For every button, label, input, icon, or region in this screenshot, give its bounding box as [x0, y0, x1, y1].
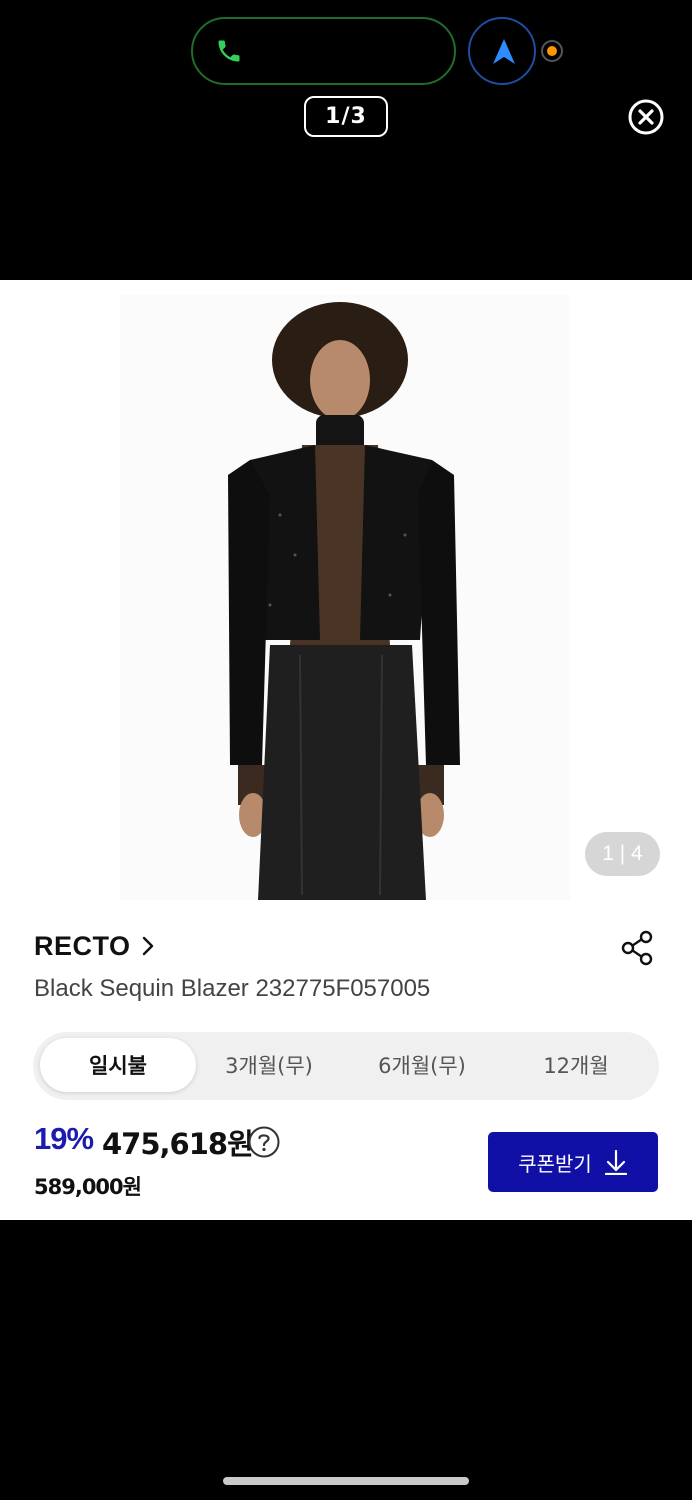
question-icon[interactable]	[247, 1125, 281, 1159]
discount-rate: 19%	[34, 1121, 94, 1156]
navigation-arrow-icon	[493, 39, 515, 64]
coupon-download-button[interactable]: 쿠폰받기	[488, 1132, 658, 1192]
sale-price: 475,618원	[102, 1127, 254, 1161]
tab-6-month[interactable]: 6개월(무)	[344, 1038, 500, 1092]
phone-icon	[218, 40, 240, 62]
tab-3-month[interactable]: 3개월(무)	[191, 1038, 347, 1092]
share-icon[interactable]	[620, 930, 654, 966]
download-icon	[604, 1149, 627, 1175]
home-indicator[interactable]	[223, 1477, 469, 1485]
product-name: Black Sequin Blazer 232775F057005	[34, 975, 431, 1002]
brand-link[interactable]: RECTO	[34, 928, 155, 964]
navigation-indicator[interactable]	[468, 17, 536, 85]
page-counter: 1/3	[304, 96, 388, 137]
image-counter: 1 | 4	[585, 832, 660, 876]
recording-indicator	[541, 40, 563, 62]
tab-lump-sum[interactable]: 일시불	[40, 1038, 196, 1092]
brand-name: RECTO	[34, 930, 131, 961]
original-price: 589,000원	[34, 1175, 142, 1199]
payment-plan-tabs: 일시불 3개월(무) 6개월(무) 12개월	[33, 1032, 659, 1100]
coupon-button-label: 쿠폰받기	[518, 1151, 592, 1176]
chevron-right-icon	[142, 936, 153, 956]
product-photo[interactable]	[120, 295, 570, 900]
active-call-pill[interactable]	[191, 17, 456, 85]
close-icon[interactable]	[627, 98, 665, 136]
tab-12-month[interactable]: 12개월	[498, 1038, 654, 1092]
product-preview-card: 1 | 4 RECTO Black Sequin Blazer 232775F0…	[0, 280, 692, 1220]
recording-dot	[547, 46, 557, 56]
model-illustration	[120, 295, 570, 900]
